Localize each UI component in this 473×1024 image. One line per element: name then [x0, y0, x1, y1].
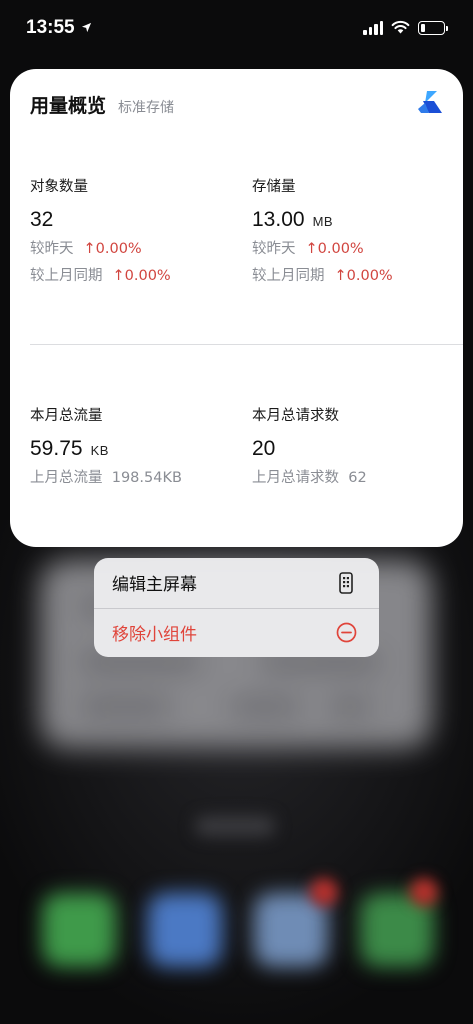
metric-label: 本月总流量: [30, 408, 103, 424]
widget-context-menu: 编辑主屏幕 移除小组件: [94, 558, 379, 657]
compare-month-change: ↑0.00%: [334, 268, 393, 284]
blurred-badge: [410, 878, 438, 906]
menu-item-label: 移除小组件: [112, 625, 197, 646]
metric-storage: 存储量 13.00 MB 较昨天 ↑0.00% 较上月同期 ↑0.00%: [252, 177, 462, 287]
compare-day-row: 较昨天 ↑0.00%: [30, 238, 240, 260]
last-month-label: 上月总流量: [30, 470, 103, 486]
metric-value: 59.75 KB: [30, 436, 240, 462]
menu-item-label: 编辑主屏幕: [112, 575, 197, 596]
metric-value: 32: [30, 207, 240, 233]
metric-monthly-traffic: 本月总流量 59.75 KB 上月总流量 198.54KB: [30, 406, 240, 489]
metric-monthly-requests: 本月总请求数 20 上月总请求数 62: [252, 406, 462, 489]
battery-low-icon: [418, 21, 448, 35]
blurred-safari-app-icon: [148, 893, 222, 967]
last-month-row: 上月总流量 198.54KB: [30, 467, 240, 489]
phone-screen-icon: [335, 571, 357, 594]
storage-value: 13.00: [252, 208, 305, 231]
compare-day-label: 较昨天: [30, 241, 74, 257]
blurred-badge: [310, 878, 338, 906]
storage-unit: MB: [312, 214, 334, 229]
cellular-signal-icon: [363, 21, 383, 35]
metric-label: 本月总请求数: [252, 408, 339, 424]
last-month-value: 198.54KB: [111, 470, 182, 486]
last-month-value: 62: [348, 470, 367, 486]
compare-day-change: ↑0.00%: [305, 241, 364, 257]
widget-title: 用量概览: [30, 95, 107, 117]
wifi-icon: [391, 19, 410, 38]
compare-month-change: ↑0.00%: [112, 268, 171, 284]
compare-month-label: 较上月同期: [30, 268, 103, 284]
status-bar: 13:55: [0, 0, 473, 56]
compare-month-label: 较上月同期: [252, 268, 325, 284]
app-logo-icon: [415, 87, 445, 117]
blurred-page-dots: [195, 816, 275, 836]
blurred-phone-app-icon: [42, 893, 116, 967]
metric-value: 13.00 MB: [252, 207, 462, 233]
menu-item-edit-home-screen[interactable]: 编辑主屏幕: [94, 558, 379, 608]
widget-subtitle: 标准存储: [118, 100, 175, 116]
last-month-row: 上月总请求数 62: [252, 467, 462, 489]
last-month-label: 上月总请求数: [252, 470, 339, 486]
monthly-traffic-value: 59.75: [30, 437, 83, 460]
divider: [30, 344, 463, 345]
metric-object-count: 对象数量 32 较昨天 ↑0.00% 较上月同期 ↑0.00%: [30, 177, 240, 287]
compare-day-row: 较昨天 ↑0.00%: [252, 238, 462, 260]
compare-day-change: ↑0.00%: [83, 241, 142, 257]
status-time-group: 13:55: [26, 17, 92, 39]
monthly-traffic-unit: KB: [90, 443, 109, 458]
status-indicators: [363, 19, 448, 38]
object-count-value: 32: [30, 208, 54, 231]
status-time: 13:55: [26, 17, 75, 38]
compare-month-row: 较上月同期 ↑0.00%: [252, 265, 462, 287]
monthly-requests-value: 20: [252, 437, 276, 460]
usage-overview-widget[interactable]: 用量概览 标准存储 对象数量 32 较昨天 ↑0.00% 较上月同期 ↑0.00% …: [10, 69, 463, 547]
metric-label: 对象数量: [30, 179, 88, 195]
location-arrow-icon: [81, 17, 92, 39]
compare-day-label: 较昨天: [252, 241, 296, 257]
widget-header: 用量概览 标准存储: [30, 91, 174, 118]
metric-value: 20: [252, 436, 462, 462]
minus-circle-icon: [335, 622, 357, 644]
menu-item-remove-widget[interactable]: 移除小组件: [94, 607, 379, 658]
compare-month-row: 较上月同期 ↑0.00%: [30, 265, 240, 287]
metric-label: 存储量: [252, 179, 296, 195]
